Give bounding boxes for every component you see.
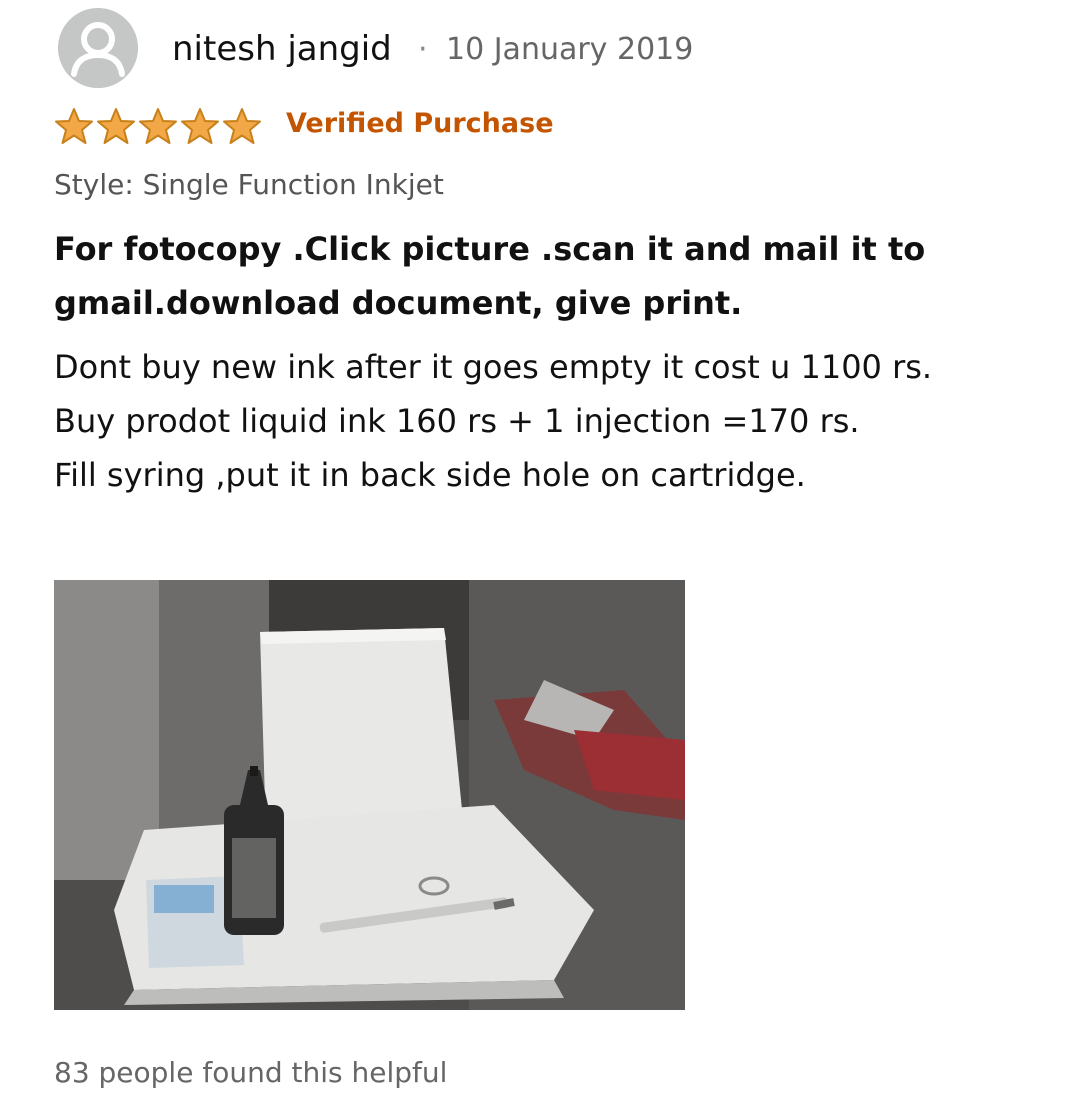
- review-date: 10 January 2019: [446, 32, 694, 67]
- review-body: Dont buy new ink after it goes empty it …: [54, 340, 1044, 502]
- review-body-line: Fill syring ,put it in back side hole on…: [54, 456, 806, 494]
- review-photo[interactable]: [54, 580, 685, 1010]
- star-icon: [96, 106, 136, 146]
- star-icon: [180, 106, 220, 146]
- review-body-line: Buy prodot liquid ink 160 rs + 1 injecti…: [54, 402, 860, 440]
- star-icon: [222, 106, 262, 146]
- review-body-line: Dont buy new ink after it goes empty it …: [54, 348, 933, 386]
- user-avatar-icon[interactable]: [58, 8, 138, 88]
- review-title: For fotocopy .Click picture .scan it and…: [54, 230, 926, 322]
- verified-purchase-badge: Verified Purchase: [286, 108, 554, 139]
- star-rating: [54, 106, 262, 146]
- star-icon: [54, 106, 94, 146]
- separator-dot: ·: [418, 32, 428, 67]
- star-icon: [138, 106, 178, 146]
- product-style[interactable]: Style: Single Function Inkjet: [54, 164, 444, 206]
- customer-review: nitesh jangid · 10 January 2019 Verified…: [0, 0, 1079, 1100]
- helpful-count: 83 people found this helpful: [54, 1056, 448, 1089]
- reviewer-name[interactable]: nitesh jangid: [172, 26, 392, 72]
